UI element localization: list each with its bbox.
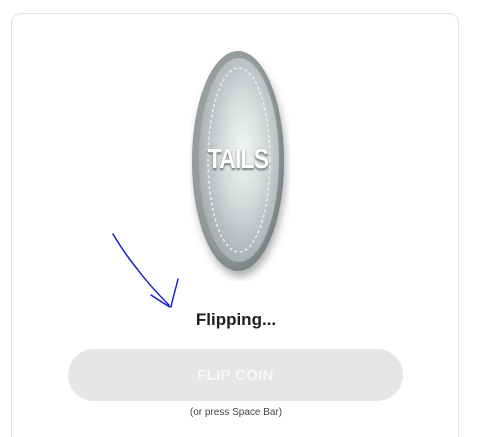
flip-status-text: Flipping... <box>195 310 277 329</box>
page: TAILS Flipping... FLIP COIN (or press Sp… <box>0 0 482 437</box>
keyboard-hint: (or press Space Bar) <box>189 407 283 418</box>
flip-coin-button[interactable]: FLIP COIN <box>68 349 403 401</box>
coin-face-label: TAILS <box>207 143 269 174</box>
coin[interactable]: TAILS <box>190 49 290 281</box>
